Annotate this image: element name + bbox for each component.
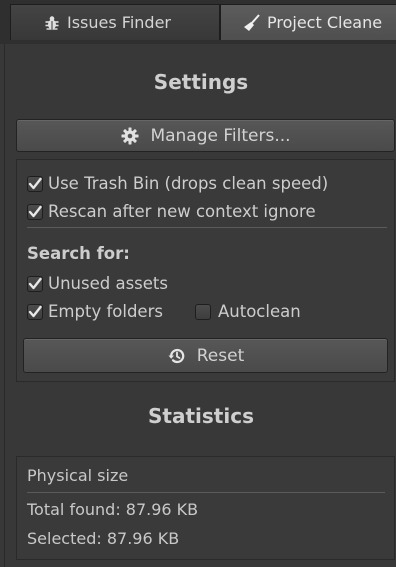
main-panel: Settings Manage Filters... Use Trash Bin…: [4, 44, 396, 567]
autoclean-label: Autoclean: [218, 302, 301, 321]
unused-assets-label: Unused assets: [48, 274, 168, 293]
reset-label: Reset: [196, 345, 245, 366]
empty-folders-option[interactable]: Empty folders: [27, 302, 163, 321]
broom-icon: [243, 13, 261, 32]
statistics-box: Physical size Total found: 87.96 KB Sele…: [16, 456, 395, 560]
manage-filters-button[interactable]: Manage Filters...: [16, 119, 395, 152]
rescan-option[interactable]: Rescan after new context ignore: [27, 202, 316, 221]
tab-issues-finder-label: Issues Finder: [67, 13, 171, 32]
unused-assets-option[interactable]: Unused assets: [27, 274, 168, 293]
empty-folders-checkbox[interactable]: [27, 303, 43, 320]
selected-value: Selected: 87.96 KB: [27, 529, 180, 548]
divider: [27, 492, 385, 493]
tab-bar: Issues Finder Project Cleane: [0, 0, 396, 44]
empty-folders-label: Empty folders: [48, 302, 163, 321]
bug-icon: [43, 14, 61, 32]
checkmark-icon: [28, 205, 42, 217]
checkmark-icon: [28, 277, 42, 289]
tab-issues-finder[interactable]: Issues Finder: [10, 4, 220, 40]
gear-icon: [120, 126, 140, 146]
rescan-label: Rescan after new context ignore: [48, 202, 316, 221]
total-found-value: Total found: 87.96 KB: [27, 500, 199, 519]
tab-project-cleaner[interactable]: Project Cleane: [220, 4, 396, 40]
use-trash-bin-checkbox[interactable]: [27, 175, 43, 192]
statistics-title: Statistics: [148, 404, 254, 428]
rescan-checkbox[interactable]: [27, 203, 43, 220]
divider: [27, 227, 387, 228]
use-trash-bin-option[interactable]: Use Trash Bin (drops clean speed): [27, 174, 328, 193]
reset-icon: [167, 346, 187, 366]
autoclean-checkbox[interactable]: [195, 303, 211, 320]
manage-filters-label: Manage Filters...: [150, 125, 291, 146]
checkmark-icon: [28, 305, 42, 317]
settings-title: Settings: [153, 70, 249, 94]
tab-project-cleaner-label: Project Cleane: [267, 13, 383, 32]
reset-button[interactable]: Reset: [23, 338, 388, 373]
use-trash-bin-label: Use Trash Bin (drops clean speed): [48, 174, 329, 193]
checkmark-icon: [28, 177, 42, 189]
autoclean-option[interactable]: Autoclean: [195, 302, 301, 321]
unused-assets-checkbox[interactable]: [27, 275, 43, 292]
physical-size-label: Physical size: [27, 466, 129, 485]
search-for-label: Search for:: [27, 244, 130, 263]
